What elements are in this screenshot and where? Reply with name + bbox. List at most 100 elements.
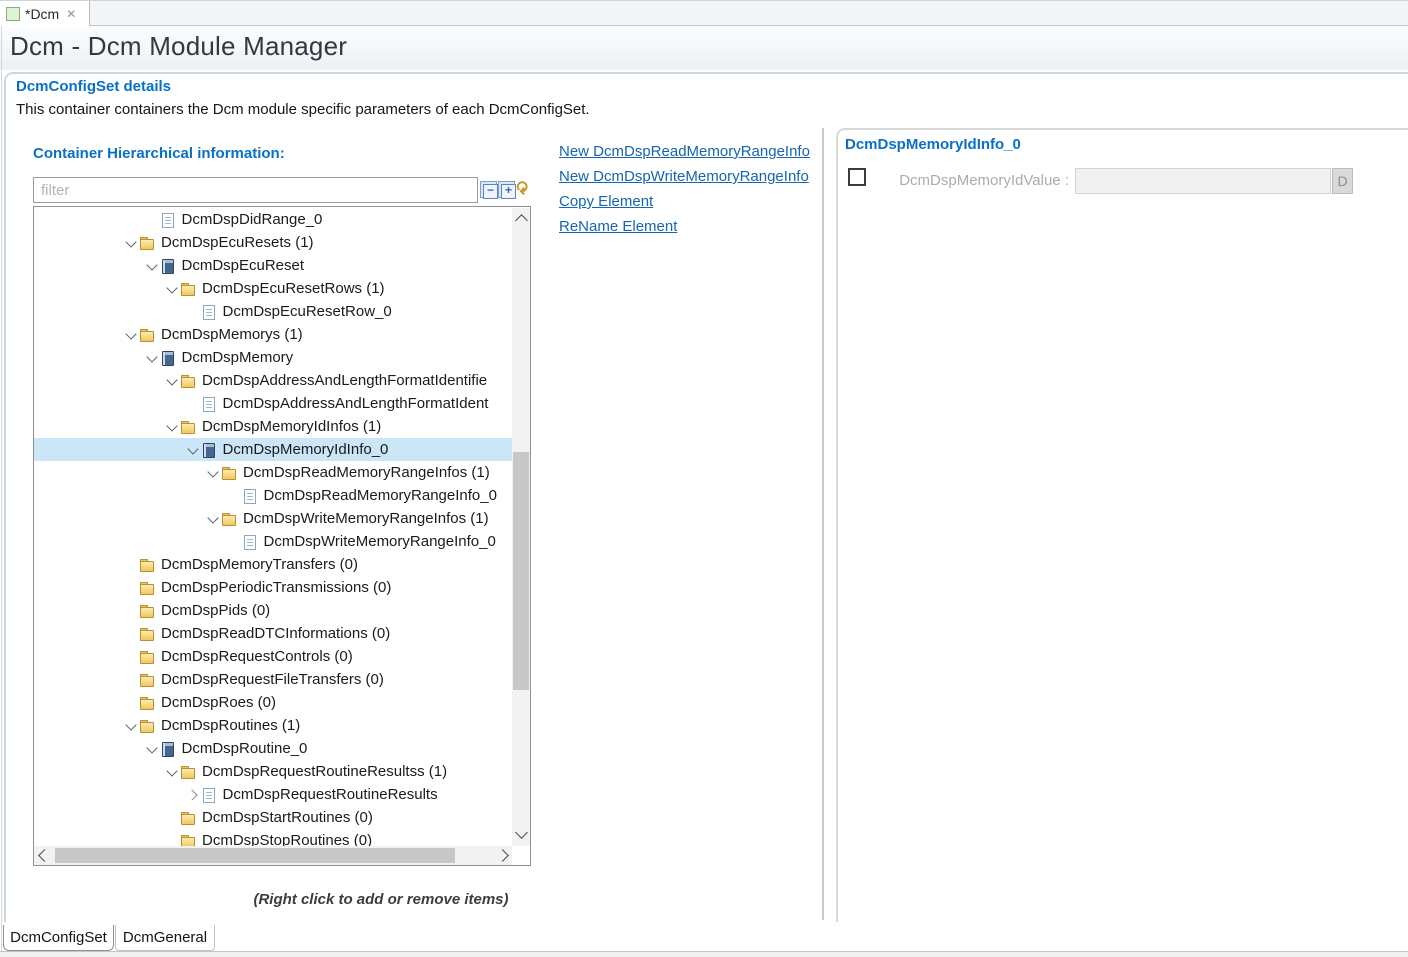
tree-item-label: DcmDspRequestRoutineResultss (1) — [202, 763, 447, 780]
tab-dcmgeneral[interactable]: DcmGeneral — [115, 925, 215, 951]
vertical-scrollbar[interactable] — [512, 208, 530, 846]
tree-item[interactable]: DcmDspMemorys (1) — [34, 323, 513, 346]
tree-item[interactable]: DcmDspRequestFileTransfers (0) — [34, 668, 513, 691]
document-icon — [161, 212, 176, 228]
tree-item-label: DcmDspMemorys (1) — [161, 326, 303, 343]
scroll-right-icon[interactable] — [496, 849, 509, 862]
tree-item[interactable]: DcmDspEcuResetRows (1) — [34, 277, 513, 300]
filter-input[interactable] — [33, 177, 478, 203]
memory-id-value-checkbox[interactable] — [848, 168, 866, 186]
tree-item-label: DcmDspMemoryTransfers (0) — [161, 556, 358, 573]
chevron-spacer — [163, 810, 181, 826]
tree-item-label: DcmDspRequestControls (0) — [161, 648, 353, 665]
tree-item[interactable]: DcmDspPids (0) — [34, 599, 513, 622]
tree-item-label: DcmDspStartRoutines (0) — [202, 809, 373, 826]
folder-icon — [181, 373, 196, 389]
chevron-down-icon[interactable] — [184, 442, 202, 458]
tree-item[interactable]: DcmDspMemoryTransfers (0) — [34, 553, 513, 576]
section-description: This container containers the Dcm module… — [16, 101, 590, 118]
tree-item[interactable]: DcmDspStartRoutines (0) — [34, 806, 513, 829]
tree-item-label: DcmDspEcuResetRow_0 — [223, 303, 392, 320]
chevron-spacer — [122, 695, 140, 711]
chevron-down-icon[interactable] — [143, 741, 161, 757]
folder-icon — [140, 557, 155, 573]
vertical-scrollbar-thumb[interactable] — [513, 452, 529, 690]
tree-item-label: DcmDspPids (0) — [161, 602, 270, 619]
folder-icon — [140, 603, 155, 619]
chevron-down-icon[interactable] — [163, 281, 181, 297]
chevron-right-icon[interactable] — [184, 787, 202, 803]
tree-item-label: DcmDspMemory — [182, 349, 294, 366]
tree-item[interactable]: DcmDspEcuReset — [34, 254, 513, 277]
tree-item[interactable]: DcmDspReadMemoryRangeInfo_0 — [34, 484, 513, 507]
tree-item[interactable]: DcmDspRequestRoutineResultss (1) — [34, 760, 513, 783]
refresh-icon[interactable]: ⟳ — [511, 181, 531, 195]
folder-icon — [140, 626, 155, 642]
tree-item[interactable]: DcmDspRoes (0) — [34, 691, 513, 714]
tree-item[interactable]: DcmDspWriteMemoryRangeInfos (1) — [34, 507, 513, 530]
chevron-down-icon[interactable] — [163, 764, 181, 780]
tree-item[interactable]: DcmDspMemoryIdInfos (1) — [34, 415, 513, 438]
folder-icon — [181, 833, 196, 847]
tree-item[interactable]: DcmDspRoutines (1) — [34, 714, 513, 737]
tree-item[interactable]: DcmDspPeriodicTransmissions (0) — [34, 576, 513, 599]
horizontal-scrollbar-thumb[interactable] — [55, 848, 455, 863]
tree-item[interactable]: DcmDspRequestControls (0) — [34, 645, 513, 668]
chevron-spacer — [163, 833, 181, 847]
tree-item-label: DcmDspMemoryIdInfo_0 — [223, 441, 389, 458]
tree-item[interactable]: DcmDspReadDTCInformations (0) — [34, 622, 513, 645]
tree-item[interactable]: DcmDspWriteMemoryRangeInfo_0 — [34, 530, 513, 553]
collapse-all-icon[interactable]: − — [483, 184, 498, 199]
chevron-down-icon[interactable] — [122, 718, 140, 734]
folder-icon — [140, 235, 155, 251]
action-link[interactable]: New DcmDspReadMemoryRangeInfo — [559, 141, 822, 166]
container-icon — [161, 258, 176, 274]
tree-item[interactable]: DcmDspRequestRoutineResults — [34, 783, 513, 806]
chevron-down-icon[interactable] — [122, 327, 140, 343]
tab-dcmconfigset[interactable]: DcmConfigSet — [3, 925, 114, 951]
tree-item[interactable]: DcmDspEcuResetRow_0 — [34, 300, 513, 323]
tree-rows: DcmDspDidRange_0 DcmDspEcuResets (1) DcmDs… — [34, 208, 513, 846]
chevron-spacer — [143, 212, 161, 228]
detail-panel-box — [836, 128, 1408, 922]
tree-item[interactable]: DcmDspDidRange_0 — [34, 208, 513, 231]
tree-item[interactable]: DcmDspMemory — [34, 346, 513, 369]
tree-item[interactable]: DcmDspStopRoutines (0) — [34, 829, 513, 846]
action-link[interactable]: ReName Element — [559, 216, 822, 241]
tree-item-label: DcmDspEcuResets (1) — [161, 234, 314, 251]
scroll-up-icon[interactable] — [515, 214, 528, 227]
chevron-down-icon[interactable] — [143, 258, 161, 274]
close-icon[interactable]: ✕ — [66, 7, 76, 21]
scroll-left-icon[interactable] — [38, 849, 51, 862]
tree-item-label: DcmDspStopRoutines (0) — [202, 832, 372, 846]
tree-item[interactable]: DcmDspEcuResets (1) — [34, 231, 513, 254]
tree-item-selected[interactable]: DcmDspMemoryIdInfo_0 — [34, 438, 513, 461]
memory-id-value-input[interactable] — [1075, 168, 1331, 194]
folder-icon — [181, 281, 196, 297]
tree-item[interactable]: DcmDspAddressAndLengthFormatIdentifie — [34, 369, 513, 392]
right-click-hint: (Right click to add or remove items) — [231, 891, 531, 908]
editor-left-border — [1, 26, 2, 956]
horizontal-scrollbar[interactable] — [34, 846, 512, 865]
chevron-down-icon[interactable] — [204, 465, 222, 481]
tree-item-label: DcmDspAddressAndLengthFormatIdent — [223, 395, 489, 412]
chevron-down-icon[interactable] — [204, 511, 222, 527]
chevron-down-icon[interactable] — [122, 235, 140, 251]
chevron-spacer — [122, 557, 140, 573]
chevron-down-icon[interactable] — [163, 373, 181, 389]
tree-item[interactable]: DcmDspAddressAndLengthFormatIdent — [34, 392, 513, 415]
tree-item-label: DcmDspEcuResetRows (1) — [202, 280, 385, 297]
action-link[interactable]: Copy Element — [559, 191, 822, 216]
tree-item-label: DcmDspRequestFileTransfers (0) — [161, 671, 384, 688]
editor-tab-dcm[interactable]: *Dcm ✕ — [0, 1, 90, 26]
hierarchy-tree[interactable]: DcmDspDidRange_0 DcmDspEcuResets (1) DcmDs… — [33, 206, 531, 866]
chevron-down-icon[interactable] — [143, 350, 161, 366]
chevron-down-icon[interactable] — [163, 419, 181, 435]
chevron-spacer — [122, 649, 140, 665]
default-value-button[interactable]: D — [1332, 168, 1353, 194]
tree-item[interactable]: DcmDspRoutine_0 — [34, 737, 513, 760]
scroll-down-icon[interactable] — [515, 826, 528, 839]
tree-item[interactable]: DcmDspReadMemoryRangeInfos (1) — [34, 461, 513, 484]
document-icon — [243, 488, 258, 504]
action-link[interactable]: New DcmDspWriteMemoryRangeInfo — [559, 166, 822, 191]
